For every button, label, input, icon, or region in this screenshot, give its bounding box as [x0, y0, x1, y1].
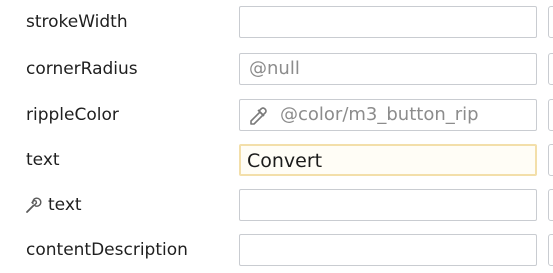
attribute-row-contentdescription: contentDescription: [0, 228, 553, 273]
attribute-value-field[interactable]: [239, 234, 537, 266]
attribute-value-field[interactable]: [239, 6, 537, 38]
attribute-name: text: [48, 195, 82, 215]
attribute-name: cornerRadius: [26, 59, 138, 79]
attribute-options-button[interactable]: [548, 189, 553, 221]
attribute-value: @color/m3_button_rip: [280, 104, 479, 125]
attribute-row-text: text Convert: [0, 138, 553, 183]
attribute-row-strokewidth: strokeWidth: [0, 0, 553, 45]
attribute-value: Convert: [247, 150, 323, 172]
attribute-options-button[interactable]: [548, 53, 553, 85]
wrench-icon: [26, 197, 42, 213]
attribute-name: text: [26, 150, 60, 170]
eyedropper-icon[interactable]: [248, 106, 270, 126]
attribute-row-cornerradius: cornerRadius @null: [0, 47, 553, 92]
attribute-options-button[interactable]: [548, 6, 553, 38]
attribute-row-ripplecolor: rippleColor @color/m3_button_rip: [0, 93, 553, 138]
attribute-name: strokeWidth: [26, 12, 128, 32]
attribute-options-button[interactable]: [548, 234, 553, 266]
attribute-options-button[interactable]: [548, 144, 553, 176]
attribute-value: @null: [249, 58, 300, 79]
attribute-value-field-focused[interactable]: Convert: [239, 144, 537, 176]
attribute-row-tools-text: text: [0, 183, 553, 228]
attribute-name: contentDescription: [26, 240, 188, 260]
attribute-name: rippleColor: [26, 105, 119, 125]
attribute-value-field[interactable]: [239, 189, 537, 221]
attribute-options-button[interactable]: [548, 99, 553, 131]
attribute-value-field[interactable]: @null: [239, 53, 537, 85]
attribute-value-field[interactable]: @color/m3_button_rip: [239, 99, 537, 131]
attributes-panel: strokeWidth cornerRadius @null rippleCol…: [0, 0, 553, 273]
